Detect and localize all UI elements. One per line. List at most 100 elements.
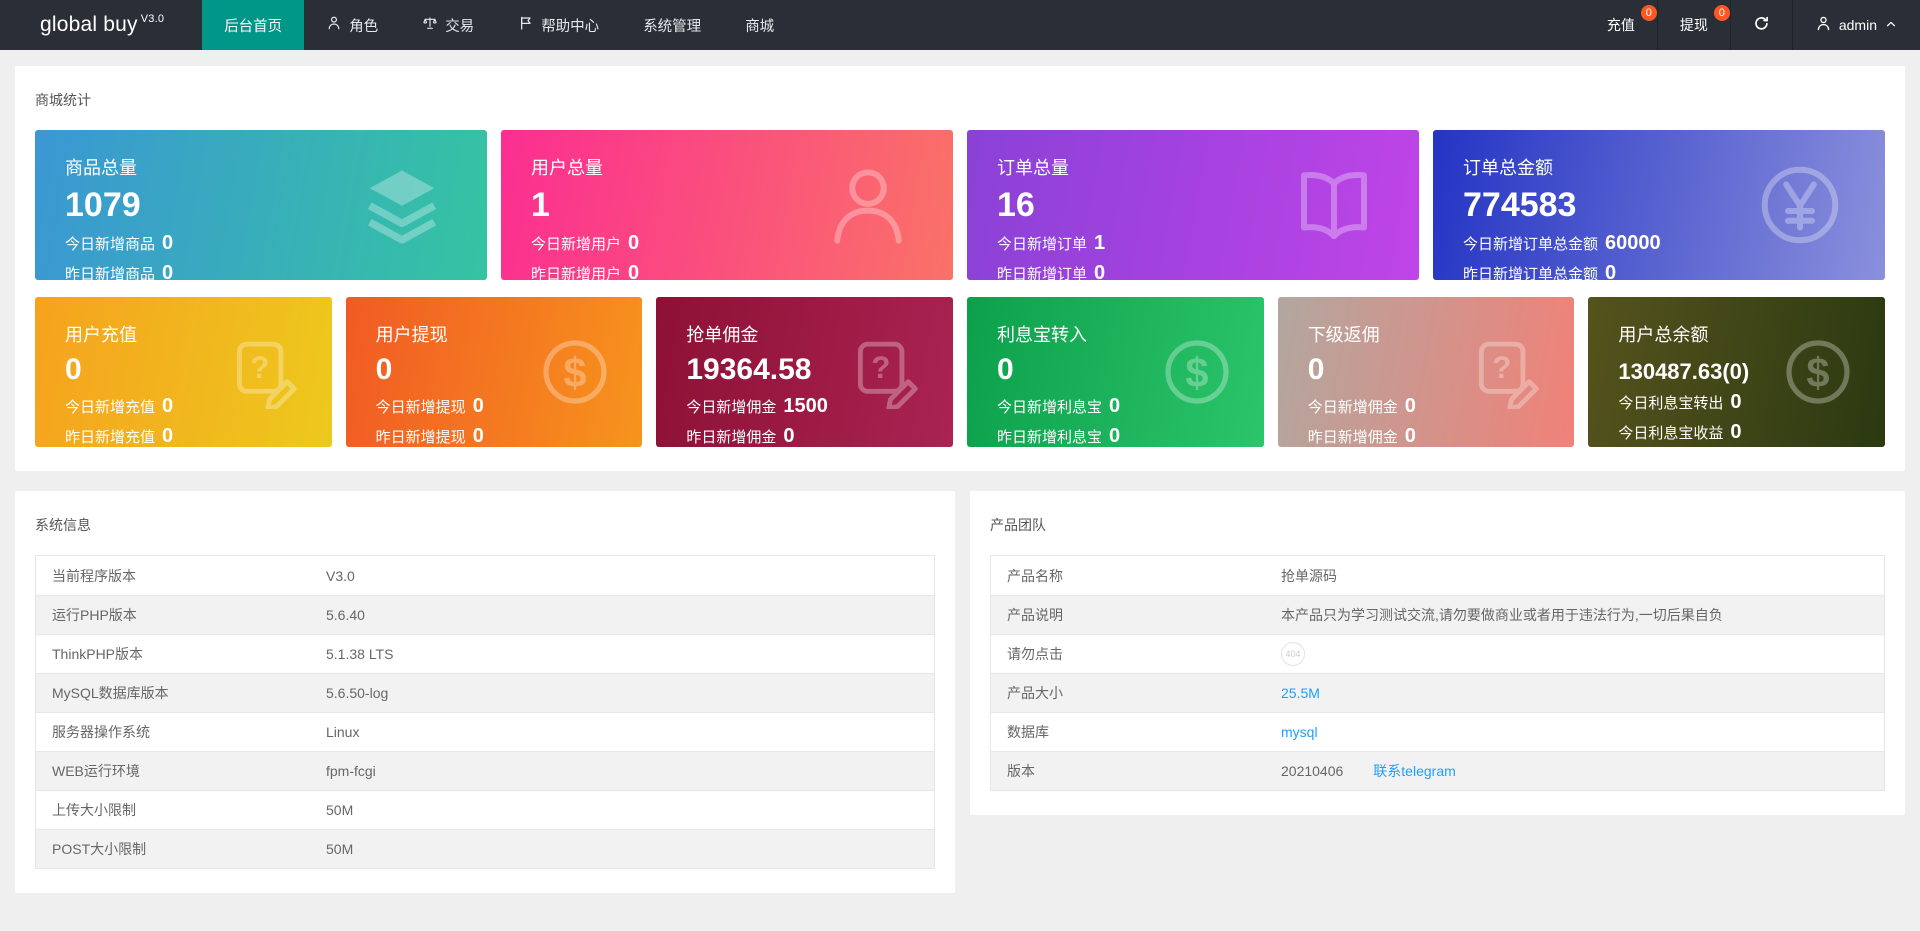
row-label: ThinkPHP版本	[52, 646, 144, 662]
menu-item-label: 后台首页	[224, 18, 283, 35]
menu-item-trade[interactable]: 交易	[400, 0, 496, 50]
withdraw-button[interactable]: 提现 0	[1656, 0, 1730, 50]
product-size-link[interactable]: 25.5M	[1281, 685, 1320, 701]
top-navbar: global buy V3.0 后台首页 角色 交易 帮助中心 系统管理 商城 充…	[0, 0, 1920, 50]
row-value: fpm-fcgi	[326, 763, 376, 779]
row-value: 5.6.40	[326, 607, 365, 623]
stat-line-value: 0	[628, 262, 640, 280]
stat-line-value: 0	[162, 394, 174, 417]
yen-icon	[1755, 160, 1845, 250]
main-menu: 后台首页 角色 交易 帮助中心 系统管理 商城	[202, 0, 796, 50]
menu-item-label: 帮助中心	[541, 18, 600, 35]
stat-card-line: 昨日新增提现 0	[376, 425, 643, 448]
menu-item-mall[interactable]: 商城	[723, 0, 796, 50]
table-row: 版本 20210406 联系telegram	[991, 751, 1884, 790]
row-label: 产品大小	[1007, 685, 1063, 701]
stat-card-line: 昨日新增充值 0	[65, 425, 332, 448]
stat-line-label: 昨日新增订单总金额	[1463, 266, 1599, 280]
stat-card-total-order-amount: 订单总金额 774583 今日新增订单总金额 60000 昨日新增订单总金额 0	[1433, 130, 1885, 280]
user-icon	[1815, 15, 1832, 35]
admin-user-menu[interactable]: admin	[1791, 0, 1920, 50]
stat-line-value: 1	[1094, 232, 1106, 255]
stat-card-interest-transfer-in: 利息宝转入 0 今日新增利息宝 0 昨日新增利息宝 0 $	[967, 297, 1264, 447]
menu-item-label: 商城	[745, 18, 775, 35]
question-doc-icon: ?	[1470, 335, 1544, 411]
stat-line-value: 0	[1605, 262, 1617, 280]
404-badge[interactable]: 404	[1281, 642, 1305, 666]
stat-card-line: 昨日新增利息宝 0	[997, 425, 1264, 448]
person-icon	[823, 160, 913, 250]
stat-line-value: 0	[628, 232, 640, 255]
app-logo-text: global buy	[40, 13, 138, 36]
svg-text:$: $	[1185, 349, 1208, 396]
svg-text:$: $	[564, 349, 587, 396]
menu-item-label: 角色	[349, 18, 379, 35]
stat-card-line: 昨日新增订单总金额 0	[1463, 262, 1885, 280]
panel-title: 系统信息	[35, 517, 91, 533]
product-team-table: 产品名称 抢单源码 产品说明 本产品只为学习测试交流,请勿要做商业或者用于违法行为,…	[990, 555, 1885, 791]
stat-line-label: 今日新增佣金	[686, 398, 777, 416]
page-content: 商城统计 商品总量 1079 今日新增商品 0 昨日新增商品 0 用户总量 1 今日…	[0, 50, 1920, 893]
stat-line-label: 昨日新增充值	[65, 428, 156, 446]
stat-line-label: 昨日新增用户	[531, 266, 622, 280]
app-logo-version: V3.0	[140, 13, 165, 25]
stats-row-1: 商品总量 1079 今日新增商品 0 昨日新增商品 0 用户总量 1 今日新增用户 0…	[35, 130, 1885, 280]
stat-card-user-recharge: 用户充值 0 今日新增充值 0 昨日新增充值 0 ?	[35, 297, 332, 447]
admin-username: admin	[1838, 17, 1877, 33]
stat-line-label: 昨日新增佣金	[686, 428, 777, 446]
row-label: POST大小限制	[52, 841, 147, 857]
row-label: 请勿点击	[1007, 646, 1063, 662]
table-row: 数据库 mysql	[991, 712, 1884, 751]
stat-line-value: 0	[472, 394, 484, 417]
database-link[interactable]: mysql	[1281, 724, 1318, 740]
row-value: 抢单源码	[1281, 567, 1337, 584]
stat-line-value: 0	[1109, 394, 1121, 417]
table-row: 服务器操作系统 Linux	[36, 712, 934, 751]
row-label: 产品名称	[1007, 567, 1063, 584]
table-row: 产品说明 本产品只为学习测试交流,请勿要做商业或者用于违法行为,一切后果自负	[991, 595, 1884, 634]
table-row: 产品大小 25.5M	[991, 673, 1884, 712]
row-value: 本产品只为学习测试交流,请勿要做商业或者用于违法行为,一切后果自负	[1281, 607, 1723, 623]
menu-item-help-center[interactable]: 帮助中心	[496, 0, 621, 50]
stat-line-value: 0	[472, 424, 484, 447]
flag-icon	[518, 15, 534, 35]
stat-card-user-withdraw: 用户提现 0 今日新增提现 0 昨日新增提现 0 $	[345, 297, 643, 448]
stat-line-value: 1500	[783, 394, 828, 417]
row-label: 数据库	[1007, 724, 1049, 740]
contact-telegram-link[interactable]: 联系telegram	[1373, 761, 1455, 781]
stat-line-label: 今日新增提现	[375, 398, 466, 416]
refresh-button[interactable]	[1729, 0, 1792, 50]
book-icon	[1289, 160, 1379, 250]
navbar-right-tools: 充值 0 提现 0 admin	[1585, 0, 1920, 50]
row-label: 服务器操作系统	[52, 724, 150, 740]
stat-card-line: 昨日新增佣金 0	[686, 425, 953, 448]
refresh-icon	[1753, 15, 1770, 35]
table-row: 上传大小限制 50M	[36, 790, 934, 829]
stat-line-label: 今日新增订单	[997, 236, 1088, 254]
menu-item-system-management[interactable]: 系统管理	[621, 0, 723, 50]
stat-line-label: 今日利息宝转出	[1618, 395, 1724, 413]
recharge-button[interactable]: 充值 0	[1585, 0, 1657, 50]
scales-icon	[422, 15, 438, 35]
mall-statistics-panel: 商城统计 商品总量 1079 今日新增商品 0 昨日新增商品 0 用户总量 1 今日…	[15, 66, 1905, 471]
layers-icon	[357, 160, 447, 250]
stat-card-total-products: 商品总量 1079 今日新增商品 0 昨日新增商品 0	[35, 130, 487, 280]
stat-card-total-users: 用户总量 1 今日新增用户 0 昨日新增用户 0	[501, 130, 953, 280]
menu-item-dashboard[interactable]: 后台首页	[202, 0, 305, 50]
question-doc-icon: ?	[849, 335, 923, 411]
table-row: 产品名称 抢单源码	[991, 556, 1884, 595]
stat-line-label: 今日新增充值	[65, 398, 156, 416]
stat-line-value: 0	[1094, 262, 1106, 280]
row-value: 50M	[326, 841, 354, 857]
row-label: 产品说明	[1007, 607, 1063, 623]
stat-line-value: 0	[162, 232, 174, 255]
row-label: MySQL数据库版本	[52, 685, 169, 701]
row-value: 50M	[326, 802, 354, 818]
row-label: WEB运行环境	[52, 763, 140, 779]
menu-item-roles[interactable]: 角色	[304, 0, 400, 50]
table-row: 运行PHP版本 5.6.40	[36, 595, 934, 634]
stat-card-subordinate-rebate: 下级返佣 0 今日新增佣金 0 昨日新增佣金 0 ?	[1277, 297, 1575, 447]
stat-card-total-orders: 订单总量 16 今日新增订单 1 昨日新增订单 0	[967, 130, 1419, 280]
recharge-count-badge: 0	[1640, 5, 1657, 21]
stat-line-label: 昨日新增提现	[375, 428, 466, 446]
